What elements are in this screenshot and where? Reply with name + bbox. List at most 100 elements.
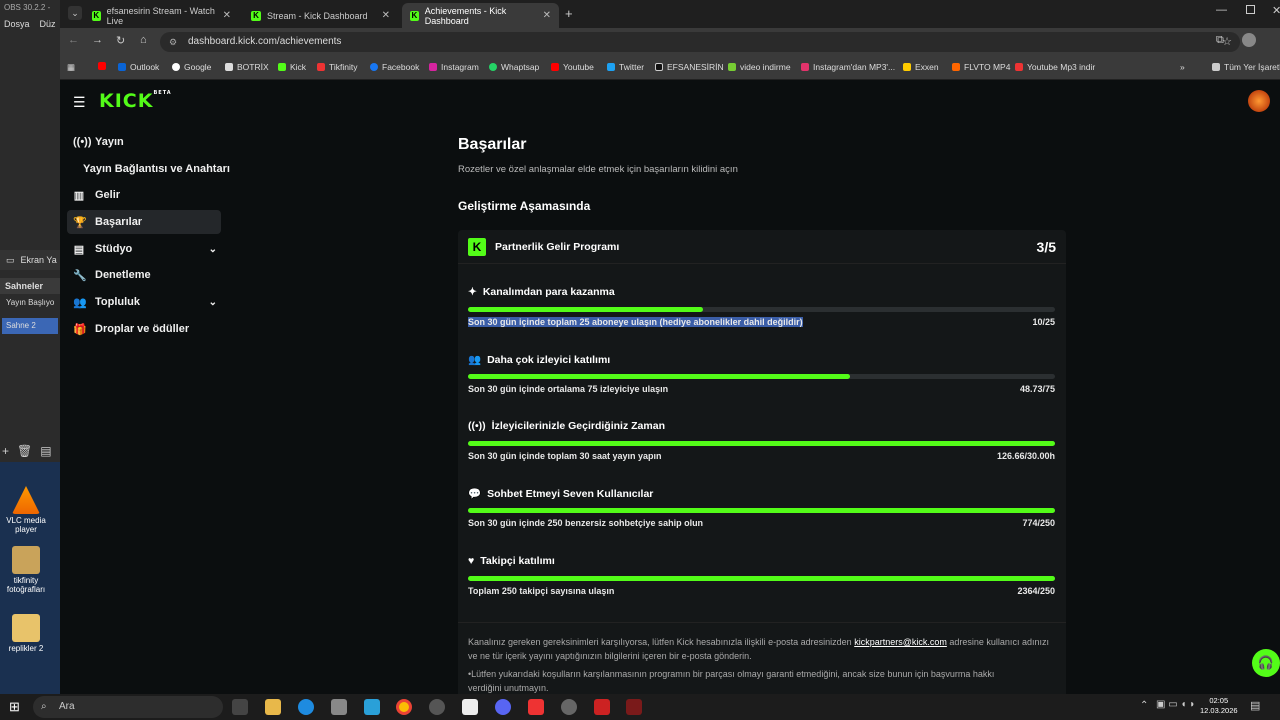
task-view-icon[interactable] <box>232 699 248 715</box>
program-header[interactable]: K Partnerlik Gelir Programı 3/5 <box>458 230 1066 264</box>
bookmark-item[interactable]: Whaptsap <box>489 62 539 72</box>
back-icon[interactable]: ← <box>68 34 79 46</box>
desktop-icon-folder[interactable]: replikler 2 <box>4 614 48 653</box>
bookmark-label: Youtube Mp3 indir <box>1027 62 1096 72</box>
desktop-icon-folder[interactable]: tikfinity fotoğrafları <box>4 546 48 594</box>
bookmark-item[interactable]: Youtube Mp3 indir <box>1015 62 1095 72</box>
taskbar-search[interactable]: ⌕ Ara <box>33 696 223 718</box>
menu-icon[interactable]: ☰ <box>73 94 86 111</box>
desktop-icon-label: tikfinity fotoğrafları <box>6 576 46 594</box>
tray-chevron-icon[interactable]: ⌃ <box>1140 700 1148 711</box>
monitor-icon: ▭ <box>6 254 15 265</box>
taskbar-clock[interactable]: 02:05 12.03.2026 <box>1200 696 1238 716</box>
tiktok-live-icon[interactable] <box>528 699 544 715</box>
bookmark-item[interactable]: Exxen <box>903 62 939 72</box>
obs-scene-item-selected[interactable]: Sahne 2 <box>2 318 58 334</box>
achievement-item: ✦ Kanalımdan para kazanma Son 30 gün için… <box>468 286 1055 327</box>
obs-scenes-header: Sahneler <box>0 278 60 294</box>
bookmark-item[interactable]: Facebook <box>370 62 419 72</box>
partners-email-link[interactable]: kickpartners@kick.com <box>854 637 947 647</box>
app-icon[interactable] <box>331 699 347 715</box>
sidebar-item-studyo[interactable]: ▤ Stüdyo ⌄ <box>67 237 221 261</box>
extensions-icon[interactable]: ⧉ <box>1216 34 1224 47</box>
add-icon[interactable]: + <box>2 444 9 458</box>
home-icon[interactable]: ⌂ <box>140 34 147 46</box>
bookmark-item[interactable]: Youtube <box>551 62 594 72</box>
reload-icon[interactable]: ↻ <box>116 34 125 47</box>
bookmark-item[interactable]: Instagram'dan MP3'... <box>801 62 895 72</box>
notepad-icon[interactable] <box>462 699 478 715</box>
kick-favicon-icon: K <box>410 10 419 21</box>
sidebar-item-stream-key[interactable]: Yayın Bağlantısı ve Anahtarı <box>67 157 237 181</box>
sidebar-item-denetleme[interactable]: 🔧 Denetleme <box>67 263 221 287</box>
site-info-icon[interactable]: ⚙ <box>169 32 177 52</box>
bookmark-item[interactable]: video indirme <box>728 62 791 72</box>
support-chat-button[interactable]: 🎧 <box>1252 649 1280 677</box>
sidebar-item-basarilar[interactable]: 🏆 Başarılar <box>67 210 221 234</box>
search-icon: ⌕ <box>41 701 47 712</box>
discord-icon[interactable] <box>495 699 511 715</box>
tab-search-icon[interactable]: ⌄ <box>68 6 82 20</box>
more-bookmarks-icon[interactable]: » <box>1180 62 1185 72</box>
new-tab-icon[interactable]: + <box>565 6 573 21</box>
obs-scene-item[interactable]: Yayın Başlıyo <box>0 298 60 307</box>
bookmark-item[interactable]: Instagram <box>429 62 479 72</box>
tab-stream[interactable]: K Stream - Kick Dashboard ✕ <box>243 3 398 28</box>
kick-favicon-icon: K <box>92 10 101 21</box>
outlook-icon <box>118 63 126 71</box>
obs-menu-edit[interactable]: Düz <box>40 19 56 29</box>
file-explorer-icon[interactable] <box>265 699 281 715</box>
store-icon[interactable] <box>364 699 380 715</box>
winrar-icon[interactable] <box>626 699 642 715</box>
achievement-title: Daha çok izleyici katılımı <box>487 353 611 366</box>
bookmark-item[interactable]: Outlook <box>118 62 159 72</box>
bookmark-item[interactable]: EFSANESİRİN <box>655 62 724 72</box>
tab-achievements[interactable]: K Achievements - Kick Dashboard ✕ <box>402 3 559 28</box>
tray-icons[interactable]: ▣ ▭ ◖ ◗ <box>1156 699 1195 710</box>
obs-source-item[interactable]: ▭ Ekran Ya <box>0 250 60 270</box>
profile-avatar[interactable] <box>1242 33 1256 47</box>
user-avatar[interactable] <box>1248 90 1270 112</box>
bookmark-item[interactable]: Google <box>172 62 211 72</box>
achievement-card: K Partnerlik Gelir Programı 3/5 ✦ Kanalım… <box>458 230 1066 700</box>
sidebar-item-droplar[interactable]: 🎁 Droplar ve ödüller <box>67 317 221 341</box>
url-field[interactable]: ⚙ dashboard.kick.com/achievements ☆ <box>160 32 1240 52</box>
trash-icon[interactable]: 🗑 <box>17 444 32 458</box>
close-icon[interactable]: ✕ <box>543 10 551 21</box>
apps-icon[interactable]: ▦ <box>67 62 75 73</box>
bookmark-item[interactable] <box>98 62 106 70</box>
sidebar-item-topluluk[interactable]: 👥 Topluluk ⌄ <box>67 290 221 314</box>
filter-icon[interactable]: ▤ <box>40 444 51 458</box>
obs-menu-file[interactable]: Dosya <box>4 19 30 29</box>
browser-toolbar: ← → ↻ ⌂ ⚙ dashboard.kick.com/achievement… <box>60 28 1280 56</box>
sidebar-item-yayin[interactable]: ((•)) Yayın <box>67 130 221 154</box>
bookmark-item[interactable]: Kick <box>278 62 306 72</box>
close-icon[interactable]: ✕ <box>382 10 390 21</box>
bookmark-item[interactable]: FLVTO MP4 <box>952 62 1010 72</box>
tab-efsanesirin[interactable]: K efsanesirin Stream - Watch Live ✕ <box>84 3 239 28</box>
obs-icon[interactable] <box>429 699 445 715</box>
maximize-icon[interactable] <box>1246 5 1255 14</box>
bookmark-item[interactable]: Twitter <box>607 62 644 72</box>
forward-icon[interactable]: → <box>92 34 103 46</box>
minimize-icon[interactable]: — <box>1216 4 1227 16</box>
notification-icon[interactable]: ▤ <box>1250 699 1260 712</box>
program-progress: 3/5 <box>1036 239 1056 255</box>
sidebar-item-label: Gelir <box>95 189 121 201</box>
tikfinity-app-icon[interactable] <box>594 699 610 715</box>
bookmark-item[interactable]: BOTRİX <box>225 62 269 72</box>
windows-start-icon[interactable]: ⊞ <box>9 699 20 715</box>
sidebar-item-label: Stüdyo <box>95 243 133 255</box>
chrome-icon[interactable] <box>396 699 412 715</box>
app-icon[interactable] <box>561 699 577 715</box>
sidebar-item-gelir[interactable]: ▥ Gelir <box>67 183 221 207</box>
progress-fill <box>468 508 1055 513</box>
close-window-icon[interactable]: ✕ <box>1272 4 1280 17</box>
desktop-icon-vlc[interactable]: VLC media player <box>4 486 48 534</box>
all-bookmarks[interactable]: Tüm Yer İşaretl <box>1212 62 1280 72</box>
progress-bar <box>468 441 1055 446</box>
kick-logo[interactable]: KICKBETA <box>99 90 172 112</box>
bookmark-item[interactable]: Tikfinity <box>317 62 358 72</box>
edge-icon[interactable] <box>298 699 314 715</box>
close-icon[interactable]: ✕ <box>223 10 231 21</box>
